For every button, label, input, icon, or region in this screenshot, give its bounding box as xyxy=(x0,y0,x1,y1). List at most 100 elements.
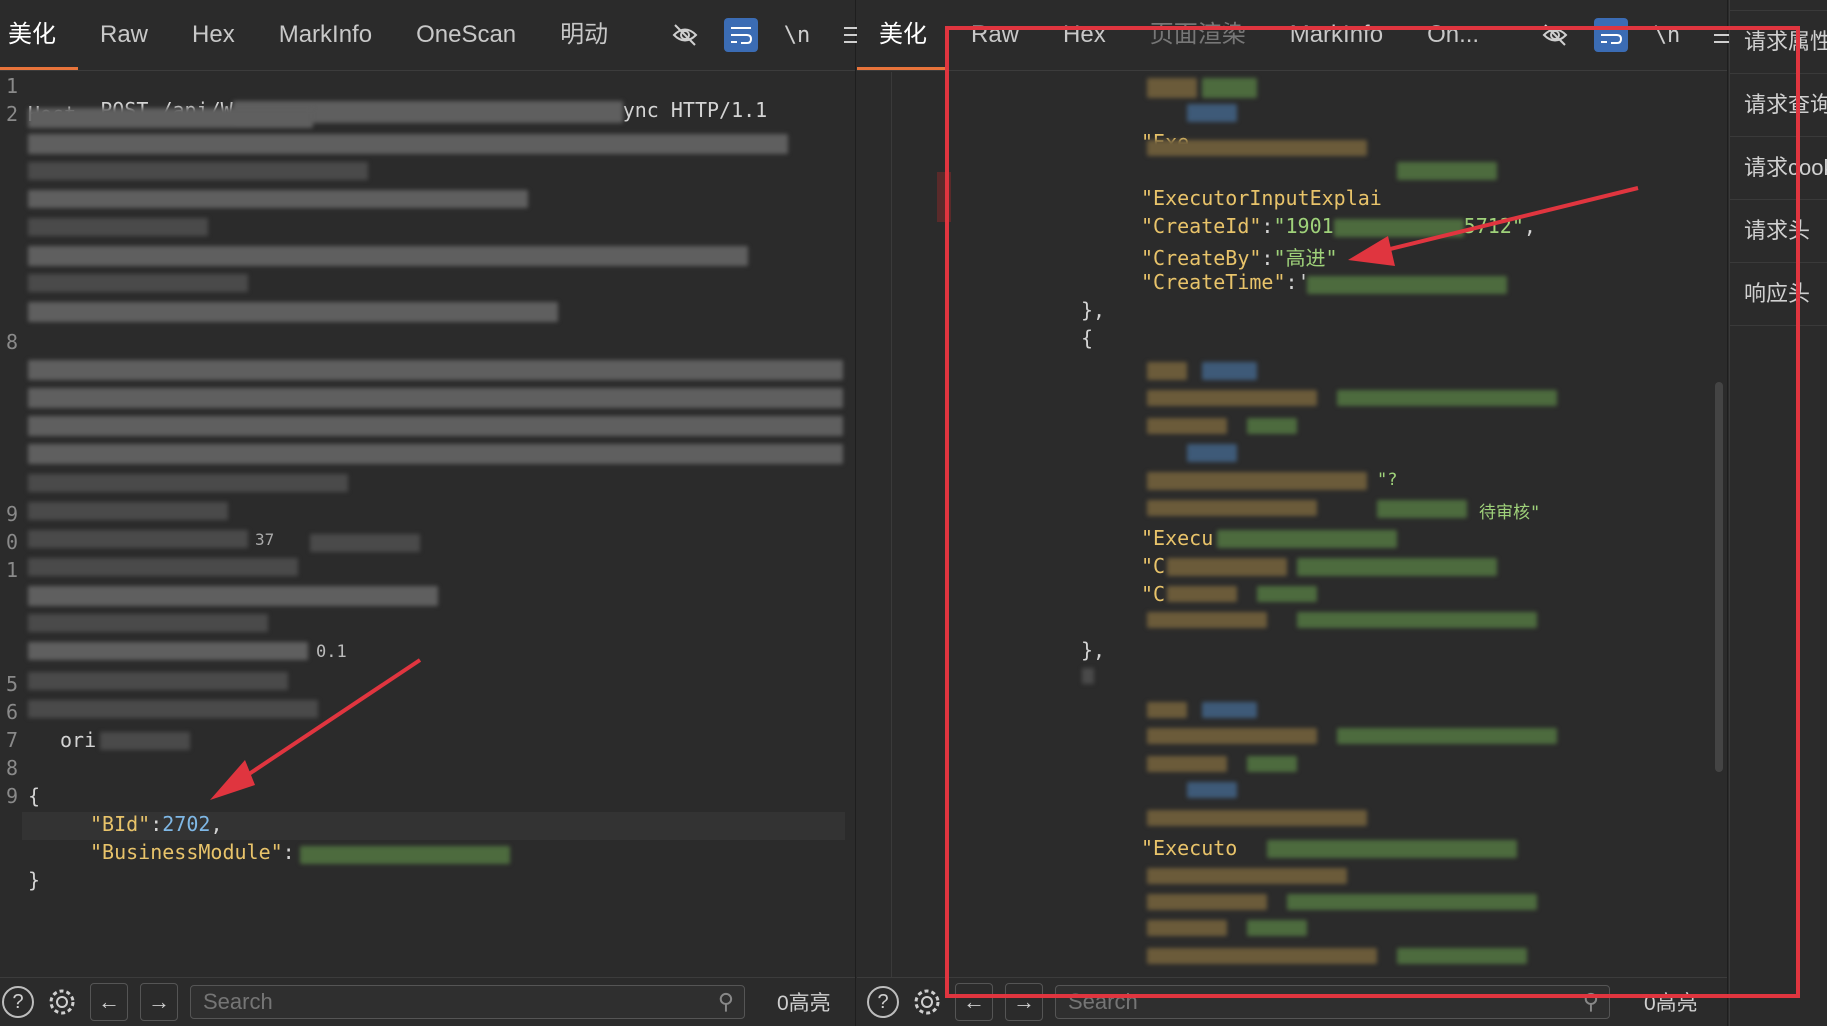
json-quote-fragment: "? xyxy=(1377,470,1398,490)
highlight-count: 0高亮 xyxy=(777,992,831,1015)
tab-beautify[interactable]: 美化 xyxy=(857,0,949,70)
create-id-key: "CreateId" xyxy=(1141,214,1262,238)
next-arrow-icon[interactable]: → xyxy=(1005,983,1043,1021)
prev-arrow-icon[interactable]: ← xyxy=(90,983,128,1021)
side-item-request-headers[interactable]: 请求头 xyxy=(1730,200,1827,263)
tab-mingdong[interactable]: 明动 xyxy=(538,0,630,70)
redacted-block xyxy=(1147,756,1227,772)
redacted-block xyxy=(1147,868,1347,884)
tab-onescan[interactable]: On... xyxy=(1405,0,1501,70)
redacted-block xyxy=(1297,558,1497,576)
response-search[interactable]: ⚲ xyxy=(1055,985,1610,1019)
request-pane: 美化 Raw Hex MarkInfo OneScan 明动 \n 1 2 8 … xyxy=(0,0,862,1026)
word-wrap-icon[interactable] xyxy=(1594,18,1628,52)
json-create-time-line: "CreateTime":' xyxy=(1141,270,1310,294)
redacted-block xyxy=(100,732,190,750)
redacted-block xyxy=(28,360,843,380)
scrollbar[interactable] xyxy=(1715,382,1723,772)
line-number: 8 xyxy=(5,756,18,780)
tab-onescan[interactable]: OneScan xyxy=(394,0,538,70)
tab-beautify[interactable]: 美化 xyxy=(0,0,78,70)
redacted-block xyxy=(28,614,268,632)
redacted-block xyxy=(1167,586,1237,602)
side-item-request-cookie[interactable]: 请求cookie xyxy=(1730,137,1827,200)
create-by-key: "CreateBy" xyxy=(1141,246,1262,270)
gear-icon[interactable] xyxy=(911,986,943,1018)
prev-arrow-icon[interactable]: ← xyxy=(955,983,993,1021)
side-item-response-headers[interactable]: 响应头 xyxy=(1730,263,1827,326)
request-search[interactable]: ⚲ xyxy=(190,985,745,1019)
response-editor[interactable]: "Exe "ExecutorInputExplai "CreateId":"19… xyxy=(857,72,1727,978)
inspector-panel: 请求属性 请求查询 请求cookie 请求头 响应头 xyxy=(1729,0,1827,1026)
redacted-block xyxy=(1082,668,1094,684)
json-close-obj: }, xyxy=(1081,298,1106,322)
search-icon[interactable]: ⚲ xyxy=(718,989,734,1015)
line-number: 1 xyxy=(5,74,18,98)
hide-icon[interactable] xyxy=(668,18,702,52)
tab-hex[interactable]: Hex xyxy=(1041,0,1128,70)
redacted-block xyxy=(28,586,438,606)
request-search-input[interactable] xyxy=(201,988,718,1016)
next-arrow-icon[interactable]: → xyxy=(140,983,178,1021)
line-number: 8 xyxy=(5,330,18,354)
redacted-block xyxy=(28,530,248,548)
newline-toggle[interactable]: \n xyxy=(780,18,814,52)
redacted-block xyxy=(1187,444,1237,462)
side-item-request-attributes[interactable]: 请求属性 xyxy=(1730,11,1827,74)
redacted-block xyxy=(28,274,248,292)
side-item-request-query[interactable]: 请求查询 xyxy=(1730,74,1827,137)
request-editor[interactable]: 1 2 8 9 0 1 5 6 7 8 9 POST /api/Wync HTT… xyxy=(0,72,855,978)
bid-value: 2702 xyxy=(162,812,211,836)
redacted-block xyxy=(1187,104,1237,122)
help-icon[interactable]: ? xyxy=(867,986,899,1018)
tab-raw[interactable]: Raw xyxy=(78,0,170,70)
help-icon[interactable]: ? xyxy=(2,986,34,1018)
redacted-block xyxy=(1147,500,1317,516)
redacted-block xyxy=(1147,418,1227,434)
search-icon[interactable]: ⚲ xyxy=(1583,989,1599,1015)
json-c-fragment-2: "C xyxy=(1141,582,1166,606)
redacted-block xyxy=(28,162,368,180)
body-open-brace: { xyxy=(28,784,41,808)
redacted-block xyxy=(28,218,208,236)
redacted-block xyxy=(28,558,298,576)
redacted-block xyxy=(28,700,318,718)
redacted-block xyxy=(1147,362,1187,380)
line-number: 9 xyxy=(5,784,18,808)
body-bid-line: "BId":2702, xyxy=(90,812,223,836)
redacted-block xyxy=(1147,810,1367,826)
request-bottombar: ? ← → ⚲ 0高亮 xyxy=(0,977,855,1026)
response-search-input[interactable] xyxy=(1066,988,1583,1016)
redacted-block xyxy=(1247,920,1307,936)
tab-page-render[interactable]: 页面渲染 xyxy=(1128,0,1268,70)
redacted-block xyxy=(1247,418,1297,434)
redacted-block xyxy=(1147,894,1267,910)
json-executor-input-line: "ExecutorInputExplai xyxy=(1141,186,1382,210)
tick-fragment: 37 xyxy=(255,530,275,549)
tab-markinfo[interactable]: MarkInfo xyxy=(1268,0,1405,70)
tab-raw[interactable]: Raw xyxy=(949,0,1041,70)
json-create-id-line: "CreateId":"1901 5712", xyxy=(1141,214,1536,238)
redacted-block xyxy=(1147,472,1367,490)
json-executo-fragment: "Executo xyxy=(1141,836,1238,860)
create-id-end: 5712" xyxy=(1463,214,1524,238)
line-number: 1 xyxy=(5,558,18,582)
redacted-block xyxy=(28,672,288,690)
body-module-line: "BusinessModule": xyxy=(90,840,295,864)
gear-icon[interactable] xyxy=(46,986,78,1018)
redacted-block xyxy=(28,642,308,660)
redacted-block xyxy=(1202,78,1257,98)
body-close-brace: } xyxy=(28,868,41,892)
redacted-block xyxy=(1147,78,1197,98)
word-wrap-icon[interactable] xyxy=(724,18,758,52)
tab-markinfo[interactable]: MarkInfo xyxy=(257,0,394,70)
hide-icon[interactable] xyxy=(1538,18,1572,52)
redacted-block xyxy=(28,502,228,520)
diff-marker xyxy=(937,172,951,222)
tab-hex[interactable]: Hex xyxy=(170,0,257,70)
newline-toggle[interactable]: \n xyxy=(1650,18,1684,52)
redacted-block xyxy=(310,534,420,552)
redacted-block xyxy=(1377,500,1467,518)
redacted-block xyxy=(1147,948,1377,964)
redacted-block xyxy=(28,302,558,322)
